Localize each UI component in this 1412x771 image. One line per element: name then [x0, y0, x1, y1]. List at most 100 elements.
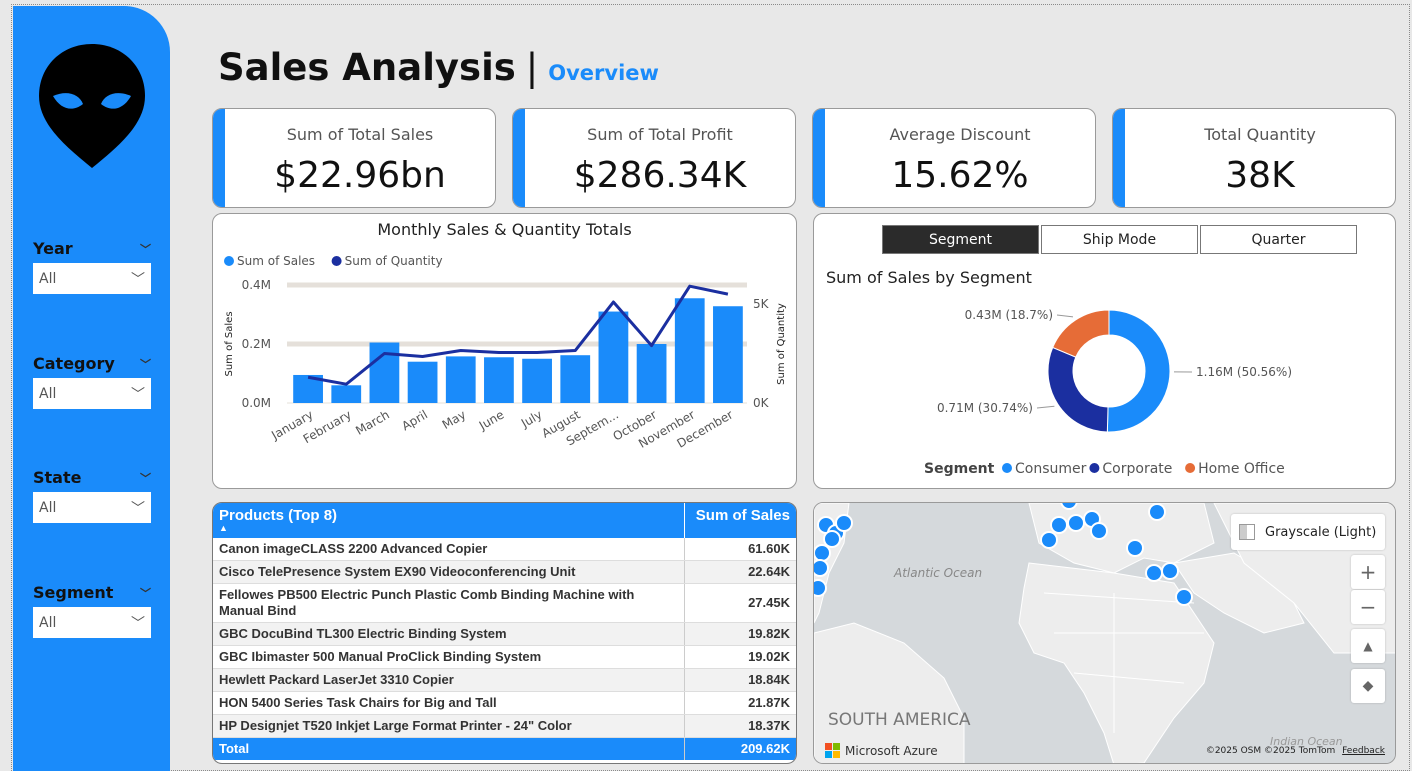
donut-slice [1047, 346, 1109, 433]
products-table-card[interactable]: Products (Top 8) ▲ Sum of Sales Canon ima… [212, 502, 797, 764]
filter-year-value: All [39, 270, 57, 287]
map-brand: Microsoft Azure [825, 743, 938, 759]
kpi-accent [813, 109, 825, 207]
table-row[interactable]: HP Designjet T520 Inkjet Large Format Pr… [213, 714, 796, 738]
table-row[interactable]: GBC Ibimaster 500 Manual ProClick Bindin… [213, 645, 796, 669]
y-tick-label: 0.0M [242, 396, 271, 410]
compass-icon[interactable]: ◆ [1351, 669, 1385, 703]
zoom-out-button[interactable]: − [1351, 590, 1385, 624]
bar [331, 385, 362, 403]
table-row[interactable]: Cisco TelePresence System EX90 Videoconf… [213, 560, 796, 584]
total-label: Total [213, 737, 684, 760]
alien-logo-icon [39, 44, 145, 168]
product-sales: 19.82K [683, 622, 796, 646]
map-attribution: ©2025 OSM ©2025 TomTom Feedback [1206, 746, 1385, 756]
product-sales: 22.64K [683, 560, 796, 584]
filter-year: Year ﹀ All ﹀ [33, 239, 153, 294]
filter-year-dropdown[interactable]: All ﹀ [33, 263, 151, 294]
kpi-card-average-discount[interactable]: Average Discount 15.62% [812, 108, 1096, 208]
product-name: GBC Ibimaster 500 Manual ProClick Bindin… [213, 645, 684, 669]
legend-swatch [224, 256, 234, 266]
page-title: Sales Analysis | Overview [218, 46, 659, 89]
legend-title: Segment [924, 461, 995, 477]
product-name: Fellowes PB500 Electric Punch Plastic Co… [213, 583, 684, 623]
chevron-down-icon[interactable]: ﹀ [140, 356, 151, 372]
legend-label: Consumer [1015, 461, 1087, 477]
kpi-value: 15.62% [891, 155, 1029, 196]
page-subtitle: Overview [548, 61, 659, 85]
x-tick-label: June [476, 407, 507, 433]
kpi-card-total-quantity[interactable]: Total Quantity 38K [1112, 108, 1396, 208]
page-title-main: Sales Analysis [218, 46, 516, 89]
y-tick-label: 0.4M [242, 278, 271, 292]
legend-swatch [1002, 463, 1012, 473]
legend-label: Sum of Quantity [345, 254, 443, 268]
bar [522, 358, 552, 403]
kpi-card-total-profit[interactable]: Sum of Total Profit $286.34K [512, 108, 796, 208]
filter-year-label: Year [33, 239, 73, 258]
monthly-chart-card[interactable]: Monthly Sales & Quantity Totals Sum of S… [212, 213, 797, 489]
data-label: 0.71M (30.74%) [937, 401, 1033, 415]
table-row[interactable]: GBC DocuBind TL300 Electric Binding Syst… [213, 622, 796, 646]
chevron-down-icon[interactable]: ﹀ [140, 585, 151, 601]
table-row[interactable]: Hewlett Packard LaserJet 3310 Copier 18.8… [213, 668, 796, 692]
donut-chart: 1.16M (50.56%) 0.71M (30.74%) 0.43M (18.7%… [924, 308, 1292, 477]
column-header-products[interactable]: Products (Top 8) ▲ [213, 503, 684, 538]
donut-slice [1106, 309, 1171, 433]
zoom-in-button[interactable]: + [1351, 555, 1385, 589]
products-table: Products (Top 8) ▲ Sum of Sales Canon ima… [213, 503, 796, 760]
map-style-icon [1239, 524, 1255, 540]
map-style-button[interactable]: Grayscale (Light) [1231, 514, 1385, 550]
map-card[interactable]: Atlantic Ocean Indian Ocean SOUTH AMERIC… [813, 502, 1396, 764]
bar [445, 356, 476, 403]
product-name: HON 5400 Series Task Chairs for Big and … [213, 691, 684, 715]
data-label-leader [1036, 405, 1055, 409]
map-style-label: Grayscale (Light) [1265, 524, 1377, 540]
filter-state-value: All [39, 499, 57, 516]
kpi-card-total-sales[interactable]: Sum of Total Sales $22.96bn [212, 108, 496, 208]
filter-state-dropdown[interactable]: All ﹀ [33, 492, 151, 523]
filter-state-label: State [33, 468, 82, 487]
microsoft-logo-icon [825, 743, 840, 758]
product-sales: 21.87K [683, 691, 796, 715]
kpi-label: Sum of Total Profit [587, 125, 733, 144]
sidebar: Year ﹀ All ﹀ Category ﹀ All ﹀ State ﹀ All ﹀ Se… [13, 6, 170, 771]
column-header-sum-of-sales[interactable]: Sum of Sales [683, 503, 796, 538]
kpi-label: Total Quantity [1204, 125, 1316, 144]
chevron-down-icon[interactable]: ﹀ [140, 470, 151, 486]
sort-ascending-icon: ▲ [219, 523, 228, 533]
bar [713, 306, 743, 403]
kpi-accent [1113, 109, 1125, 207]
pitch-icon[interactable]: ▲ [1351, 629, 1385, 663]
product-name: Hewlett Packard LaserJet 3310 Copier [213, 668, 684, 692]
product-name: Cisco TelePresence System EX90 Videoconf… [213, 560, 684, 584]
chevron-down-icon[interactable]: ﹀ [140, 241, 151, 257]
bar [560, 355, 591, 403]
legend-label: Sum of Sales [237, 254, 315, 268]
table-row[interactable]: Canon imageCLASS 2200 Advanced Copier 61.… [213, 538, 796, 561]
product-name: GBC DocuBind TL300 Electric Binding Syst… [213, 622, 684, 646]
combo-chart: Sum of Sales Sum of Quantity 0.0M 0.2M 0.4M… [224, 254, 787, 451]
bar [674, 298, 705, 403]
map-copyright: ©2025 OSM ©2025 TomTom [1205, 746, 1336, 756]
total-value: 209.62K [683, 737, 796, 760]
bar [369, 342, 400, 403]
data-label: 0.43M (18.7%) [965, 308, 1053, 322]
table-row[interactable]: HON 5400 Series Task Chairs for Big and … [213, 691, 796, 715]
y-right-axis-title: Sum of Quantity [776, 303, 787, 385]
kpi-value: $22.96bn [274, 155, 446, 196]
bar [598, 311, 629, 403]
y-tick-label: 0.2M [242, 337, 271, 351]
x-tick-label: April [399, 407, 430, 433]
table-row[interactable]: Fellowes PB500 Electric Punch Plastic Co… [213, 583, 796, 623]
map-feedback-link[interactable]: Feedback [1342, 746, 1385, 756]
legend-label: Corporate [1102, 461, 1172, 477]
legend-swatch [1185, 463, 1196, 473]
kpi-accent [513, 109, 525, 207]
product-sales: 18.37K [683, 714, 796, 738]
filter-segment-dropdown[interactable]: All ﹀ [33, 607, 151, 638]
kpi-label: Sum of Total Sales [286, 125, 434, 144]
filter-category-dropdown[interactable]: All ﹀ [33, 378, 151, 409]
segment-chart-card[interactable]: Segment Ship Mode Quarter Sum of Sales b… [813, 213, 1396, 489]
data-label-leader [1056, 314, 1074, 318]
